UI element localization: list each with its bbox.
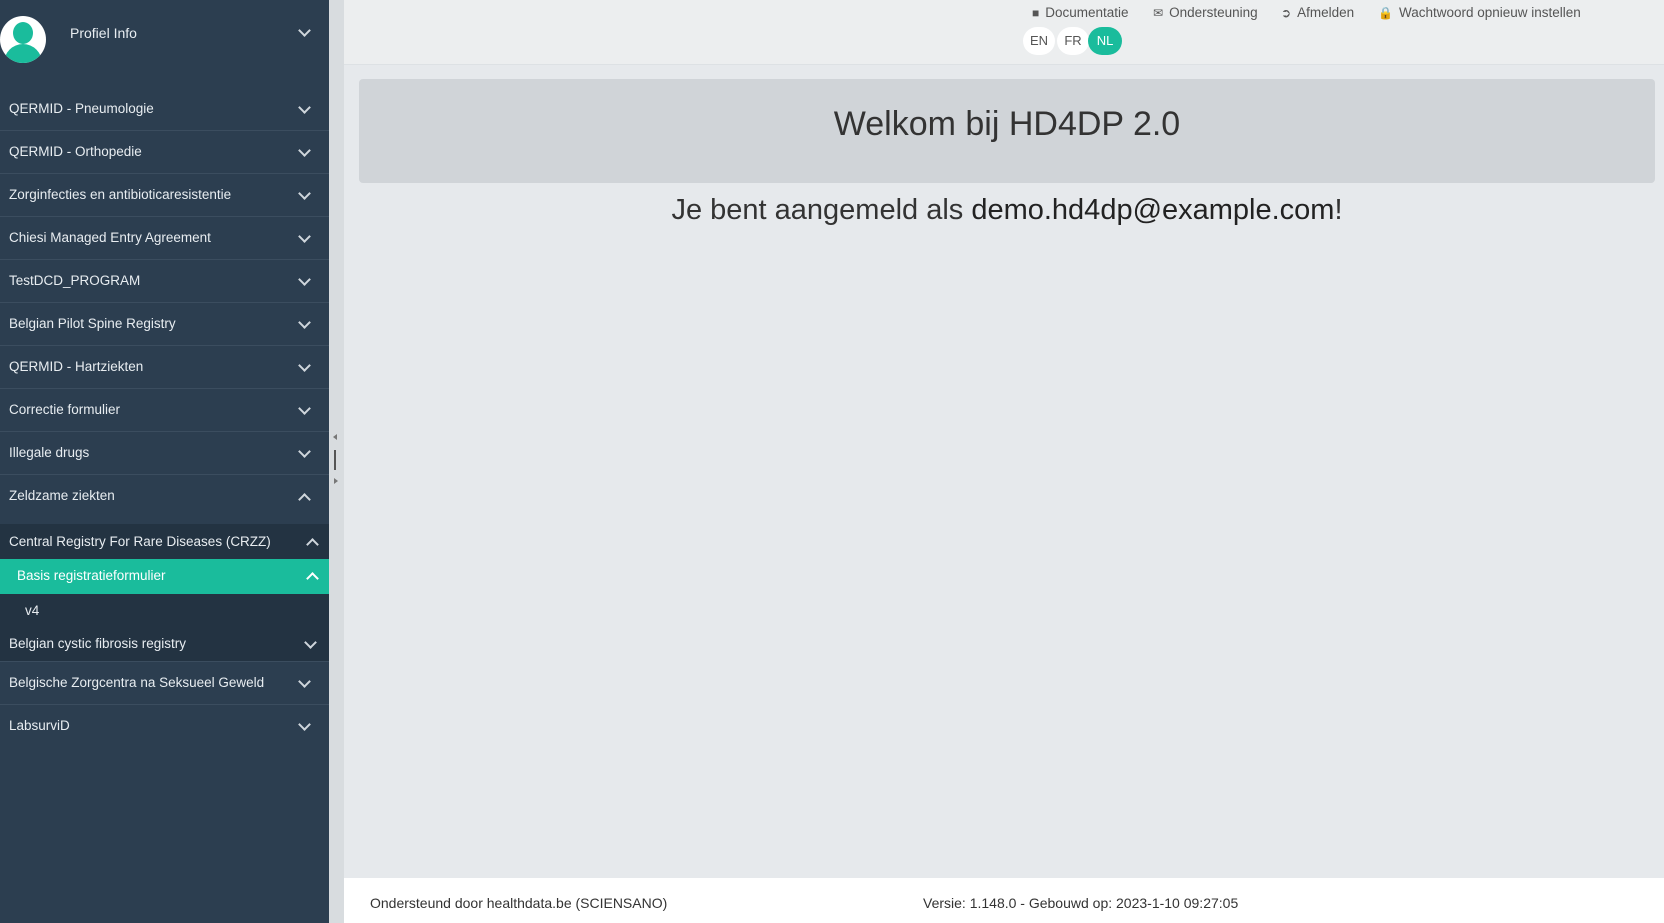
chevron-down-icon	[298, 445, 311, 458]
chevron-up-icon	[306, 538, 319, 551]
chevron-down-icon	[304, 636, 317, 649]
welcome-banner: Welkom bij HD4DP 2.0	[359, 79, 1655, 183]
language-en-button[interactable]: EN	[1023, 27, 1055, 55]
sidebar-item-chiesi[interactable]: Chiesi Managed Entry Agreement	[0, 217, 329, 260]
sidebar-item-label: QERMID - Hartziekten	[9, 359, 144, 374]
envelope-icon: ✉	[1153, 6, 1164, 20]
sidebar-item-label: Correctie formulier	[9, 402, 121, 417]
sidebar-subitem-basis-registratieformulier[interactable]: Basis registratieformulier	[0, 559, 329, 594]
sidebar-item-label: QERMID - Pneumologie	[9, 101, 154, 116]
sidebar-item-label: TestDCD_PROGRAM	[9, 273, 141, 288]
chevron-down-icon	[298, 718, 311, 731]
language-fr-button[interactable]: FR	[1057, 27, 1089, 55]
chevron-down-icon	[298, 675, 311, 688]
chevron-down-icon	[298, 316, 311, 329]
documentation-link[interactable]: ■ Documentatie	[1032, 5, 1129, 20]
avatar	[0, 16, 46, 63]
support-label: Ondersteuning	[1169, 5, 1258, 20]
sidebar-subitem-label: Central Registry For Rare Diseases (CRZZ…	[9, 534, 271, 549]
sign-out-icon: ➲	[1281, 6, 1292, 20]
sidebar-item-spine-registry[interactable]: Belgian Pilot Spine Registry	[0, 303, 329, 346]
chevron-down-icon	[298, 144, 311, 157]
chevron-down-icon	[298, 402, 311, 415]
welcome-prefix: Je bent aangemeld als	[671, 194, 972, 226]
sidebar-splitter[interactable]	[329, 0, 344, 923]
footer-version-info: Versie: 1.148.0 - Gebouwd op: 2023-1-10 …	[923, 895, 1239, 911]
sidebar-item-labsurvid[interactable]: LabsurviD	[0, 705, 329, 748]
chevron-up-icon	[298, 493, 311, 506]
profile-label: Profiel Info	[70, 25, 137, 41]
reset-password-link[interactable]: 🔒 Wachtwoord opnieuw instellen	[1378, 5, 1581, 20]
logout-label: Afmelden	[1297, 5, 1355, 20]
sidebar-item-qermid-hartziekten[interactable]: QERMID - Hartziekten	[0, 346, 329, 389]
documentation-label: Documentatie	[1045, 5, 1129, 20]
language-nl-button[interactable]: NL	[1088, 27, 1122, 55]
sidebar-subitem-version[interactable]: v4	[0, 594, 329, 628]
sidebar-item-label: LabsurviD	[9, 718, 70, 733]
sidebar-item-zorginfecties[interactable]: Zorginfecties en antibioticaresistentie	[0, 174, 329, 217]
book-icon: ■	[1032, 6, 1040, 20]
sidebar-item-zorgcentra[interactable]: Belgische Zorgcentra na Seksueel Geweld	[0, 662, 329, 705]
support-link[interactable]: ✉ Ondersteuning	[1153, 5, 1258, 20]
sidebar-item-label: Chiesi Managed Entry Agreement	[9, 230, 211, 245]
sidebar-item-label: Zorginfecties en antibioticaresistentie	[9, 187, 232, 202]
top-bar: ■ Documentatie ✉ Ondersteuning ➲ Afmelden 🔒…	[344, 0, 1664, 65]
chevron-down-icon	[298, 359, 311, 372]
profile-menu[interactable]: Profiel Info	[0, 0, 329, 72]
sidebar-subitem-label: v4	[25, 603, 40, 618]
reset-password-label: Wachtwoord opnieuw instellen	[1398, 5, 1581, 20]
chevron-down-icon	[298, 230, 311, 243]
page-title: Welkom bij HD4DP 2.0	[833, 105, 1181, 143]
chevron-down-icon	[298, 273, 311, 286]
user-email: demo.hd4dp@example.com	[971, 194, 1335, 226]
expand-right-icon[interactable]	[334, 478, 338, 484]
sidebar-item-label: Belgische Zorgcentra na Seksueel Geweld	[9, 675, 265, 690]
sidebar-item-testdcd[interactable]: TestDCD_PROGRAM	[0, 260, 329, 303]
welcome-suffix: !	[1334, 194, 1343, 226]
chevron-up-icon	[306, 572, 319, 585]
footer: Ondersteund door healthdata.be (SCIENSAN…	[344, 878, 1664, 923]
sidebar-item-label: Belgian Pilot Spine Registry	[9, 316, 176, 331]
collapse-left-icon[interactable]	[333, 434, 337, 440]
welcome-message: Je bent aangemeld als demo.hd4dp@example…	[359, 194, 1655, 227]
logout-link[interactable]: ➲ Afmelden	[1281, 5, 1354, 20]
sidebar-item-illegale-drugs[interactable]: Illegale drugs	[0, 432, 329, 475]
sidebar-item-label: QERMID - Orthopedie	[9, 144, 142, 159]
sidebar-subitem-label: Basis registratieformulier	[17, 568, 166, 583]
sidebar: Profiel Info QERMID - Pneumologie QERMID…	[0, 0, 329, 923]
sidebar-subitem-cystic-fibrosis[interactable]: Belgian cystic fibrosis registry	[0, 628, 329, 662]
chevron-down-icon	[298, 24, 311, 37]
drag-handle[interactable]	[334, 450, 336, 470]
sidebar-item-qermid-pneumologie[interactable]: QERMID - Pneumologie	[0, 88, 329, 131]
sidebar-subitem-crzz[interactable]: Central Registry For Rare Diseases (CRZZ…	[0, 524, 329, 559]
sidebar-item-label: Illegale drugs	[9, 445, 90, 460]
chevron-down-icon	[298, 101, 311, 114]
lock-icon: 🔒	[1378, 6, 1393, 20]
sidebar-item-zeldzame-ziekten[interactable]: Zeldzame ziekten	[0, 475, 329, 524]
sidebar-subitem-label: Belgian cystic fibrosis registry	[9, 636, 187, 651]
chevron-down-icon	[298, 187, 311, 200]
sidebar-item-correctie-formulier[interactable]: Correctie formulier	[0, 389, 329, 432]
sidebar-item-qermid-orthopedie[interactable]: QERMID - Orthopedie	[0, 131, 329, 174]
sidebar-item-label: Zeldzame ziekten	[9, 488, 115, 503]
footer-supported-by: Ondersteund door healthdata.be (SCIENSAN…	[370, 895, 668, 911]
